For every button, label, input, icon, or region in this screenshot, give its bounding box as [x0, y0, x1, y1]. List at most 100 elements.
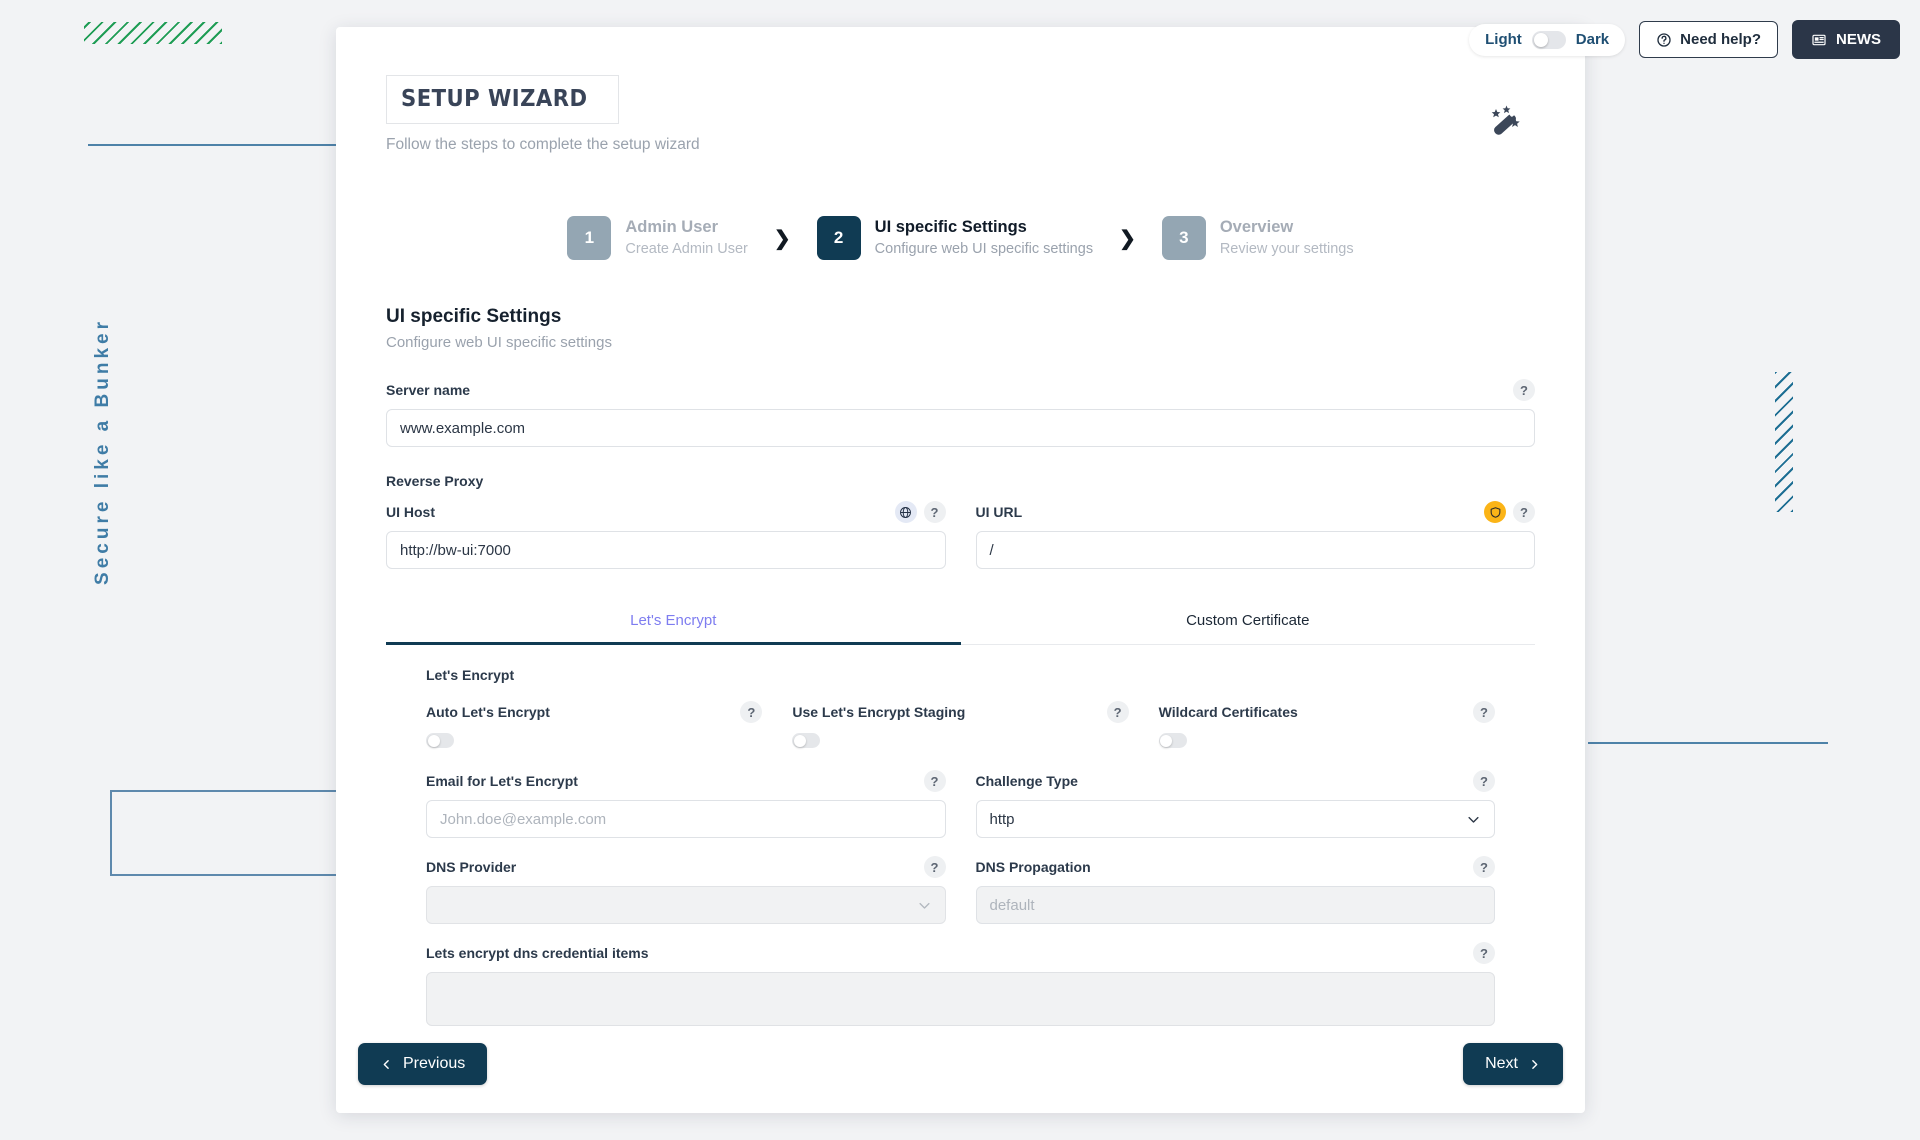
tab-lets-encrypt[interactable]: Let's Encrypt	[386, 599, 961, 645]
wizard-step-1-title: Admin User	[625, 217, 748, 238]
email-challenge-row: Email for Let's Encrypt ? John.doe@examp…	[426, 770, 1495, 838]
credential-items-field: Lets encrypt dns credential items ?	[426, 942, 1495, 1031]
page-title: UI specific Settings	[386, 306, 1535, 328]
wildcard-field: Wildcard Certificates ?	[1159, 701, 1495, 748]
news-button[interactable]: NEWS	[1792, 20, 1900, 59]
setup-wizard-card: SETUP WIZARD Follow the steps to complet…	[336, 27, 1585, 1113]
auto-lets-encrypt-help-icon[interactable]: ?	[740, 701, 762, 723]
auto-lets-encrypt-field: Auto Let's Encrypt ?	[426, 701, 762, 748]
chevron-right-icon	[1528, 1058, 1541, 1071]
question-circle-icon	[1656, 32, 1672, 48]
dns-propagation-help-icon[interactable]: ?	[1473, 856, 1495, 878]
wizard-step-2[interactable]: 2 UI specific Settings Configure web UI …	[817, 216, 1093, 260]
need-help-button[interactable]: Need help?	[1639, 21, 1778, 58]
lets-encrypt-heading: Let's Encrypt	[426, 667, 1495, 683]
theme-switch[interactable]	[1532, 31, 1566, 49]
wizard-step-1-desc: Create Admin User	[625, 240, 748, 259]
tab-custom-certificate[interactable]: Custom Certificate	[961, 599, 1536, 645]
globe-icon[interactable]	[895, 501, 917, 523]
certificate-tabs: Let's Encrypt Custom Certificate	[386, 599, 1535, 645]
staging-field: Use Let's Encrypt Staging ?	[792, 701, 1128, 748]
step-separator-icon-1: ❯	[770, 226, 795, 251]
ui-url-help-icon[interactable]: ?	[1513, 501, 1535, 523]
credential-items-label: Lets encrypt dns credential items	[426, 945, 649, 961]
setup-wizard-subtitle: Follow the steps to complete the setup w…	[386, 136, 1535, 154]
credential-items-help-icon[interactable]: ?	[1473, 942, 1495, 964]
reverse-proxy-fields: UI Host ? http://bw-ui:7000	[386, 501, 1535, 569]
ui-host-label: UI Host	[386, 504, 435, 520]
ui-host-help-icon[interactable]: ?	[924, 501, 946, 523]
wizard-step-1[interactable]: 1 Admin User Create Admin User	[567, 216, 748, 260]
reverse-proxy-heading: Reverse Proxy	[386, 473, 1535, 489]
wildcard-label: Wildcard Certificates	[1159, 704, 1298, 720]
green-hatch-decoration	[84, 22, 222, 44]
server-name-field: Server name ? www.example.com	[386, 379, 1535, 447]
previous-button[interactable]: Previous	[358, 1043, 487, 1085]
ui-url-field: UI URL ? /	[976, 501, 1536, 569]
vertical-tagline: Secure like a Bunker	[92, 318, 114, 658]
ui-host-input[interactable]: http://bw-ui:7000	[386, 531, 946, 569]
setup-wizard-logo-text: SETUP WIZARD	[401, 86, 588, 112]
email-input[interactable]: John.doe@example.com	[426, 800, 946, 838]
lets-encrypt-panel: Let's Encrypt Auto Let's Encrypt ? Use L…	[386, 667, 1535, 1031]
dns-provider-field: DNS Provider ?	[426, 856, 946, 924]
wizard-step-2-number: 2	[817, 216, 861, 260]
email-help-icon[interactable]: ?	[924, 770, 946, 792]
wizard-step-2-desc: Configure web UI specific settings	[875, 240, 1093, 259]
wizard-step-3[interactable]: 3 Overview Review your settings	[1162, 216, 1354, 260]
wizard-step-3-title: Overview	[1220, 217, 1354, 238]
wizard-footer: Previous Next	[358, 1043, 1563, 1085]
chevron-left-icon	[380, 1058, 393, 1071]
wildcard-help-icon[interactable]: ?	[1473, 701, 1495, 723]
bottom-rule-decoration	[1588, 742, 1828, 744]
challenge-type-field: Challenge Type ? http	[976, 770, 1496, 838]
credential-items-textarea[interactable]	[426, 972, 1495, 1026]
ui-url-label: UI URL	[976, 504, 1023, 520]
server-name-label: Server name	[386, 382, 470, 398]
wizard-step-3-desc: Review your settings	[1220, 240, 1354, 259]
challenge-type-help-icon[interactable]: ?	[1473, 770, 1495, 792]
ui-url-input[interactable]: /	[976, 531, 1536, 569]
email-label: Email for Let's Encrypt	[426, 773, 578, 789]
magic-wand-icon	[1485, 101, 1527, 143]
dns-provider-label: DNS Provider	[426, 859, 516, 875]
wildcard-toggle[interactable]	[1159, 733, 1187, 748]
chevron-down-icon	[917, 898, 932, 913]
dns-row: DNS Provider ? DNS Propagat	[426, 856, 1495, 924]
next-label: Next	[1485, 1055, 1518, 1073]
server-name-input[interactable]: www.example.com	[386, 409, 1535, 447]
newspaper-icon	[1811, 32, 1827, 48]
need-help-label: Need help?	[1680, 31, 1761, 48]
wizard-step-1-number: 1	[567, 216, 611, 260]
wizard-stepper: 1 Admin User Create Admin User ❯ 2 UI sp…	[386, 216, 1535, 260]
challenge-type-value: http	[990, 811, 1015, 828]
blue-hatch-decoration	[1775, 372, 1793, 512]
challenge-type-select[interactable]: http	[976, 800, 1496, 838]
news-label: NEWS	[1836, 31, 1881, 48]
theme-light-label: Light	[1485, 31, 1522, 48]
dns-propagation-label: DNS Propagation	[976, 859, 1091, 875]
theme-dark-label: Dark	[1576, 31, 1609, 48]
next-button[interactable]: Next	[1463, 1043, 1563, 1085]
top-bar: Light Dark Need help? NEWS	[1469, 20, 1900, 59]
dns-provider-select[interactable]	[426, 886, 946, 924]
chevron-down-icon	[1466, 812, 1481, 827]
server-name-help-icon[interactable]: ?	[1513, 379, 1535, 401]
staging-toggle[interactable]	[792, 733, 820, 748]
setup-wizard-logo: SETUP WIZARD	[386, 75, 619, 124]
step-separator-icon-2: ❯	[1115, 226, 1140, 251]
ui-host-field: UI Host ? http://bw-ui:7000	[386, 501, 946, 569]
staging-help-icon[interactable]: ?	[1107, 701, 1129, 723]
lets-encrypt-toggles: Auto Let's Encrypt ? Use Let's Encrypt S…	[426, 683, 1495, 748]
shield-icon[interactable]	[1484, 501, 1506, 523]
staging-label: Use Let's Encrypt Staging	[792, 704, 965, 720]
auto-lets-encrypt-toggle[interactable]	[426, 733, 454, 748]
vertical-tagline-text: Secure like a Bunker	[92, 318, 114, 585]
dns-propagation-input[interactable]: default	[976, 886, 1496, 924]
auto-lets-encrypt-label: Auto Let's Encrypt	[426, 704, 550, 720]
page-subtitle: Configure web UI specific settings	[386, 334, 1535, 351]
wizard-step-2-title: UI specific Settings	[875, 217, 1093, 238]
previous-label: Previous	[403, 1055, 465, 1073]
theme-toggle-group[interactable]: Light Dark	[1469, 24, 1625, 56]
dns-provider-help-icon[interactable]: ?	[924, 856, 946, 878]
